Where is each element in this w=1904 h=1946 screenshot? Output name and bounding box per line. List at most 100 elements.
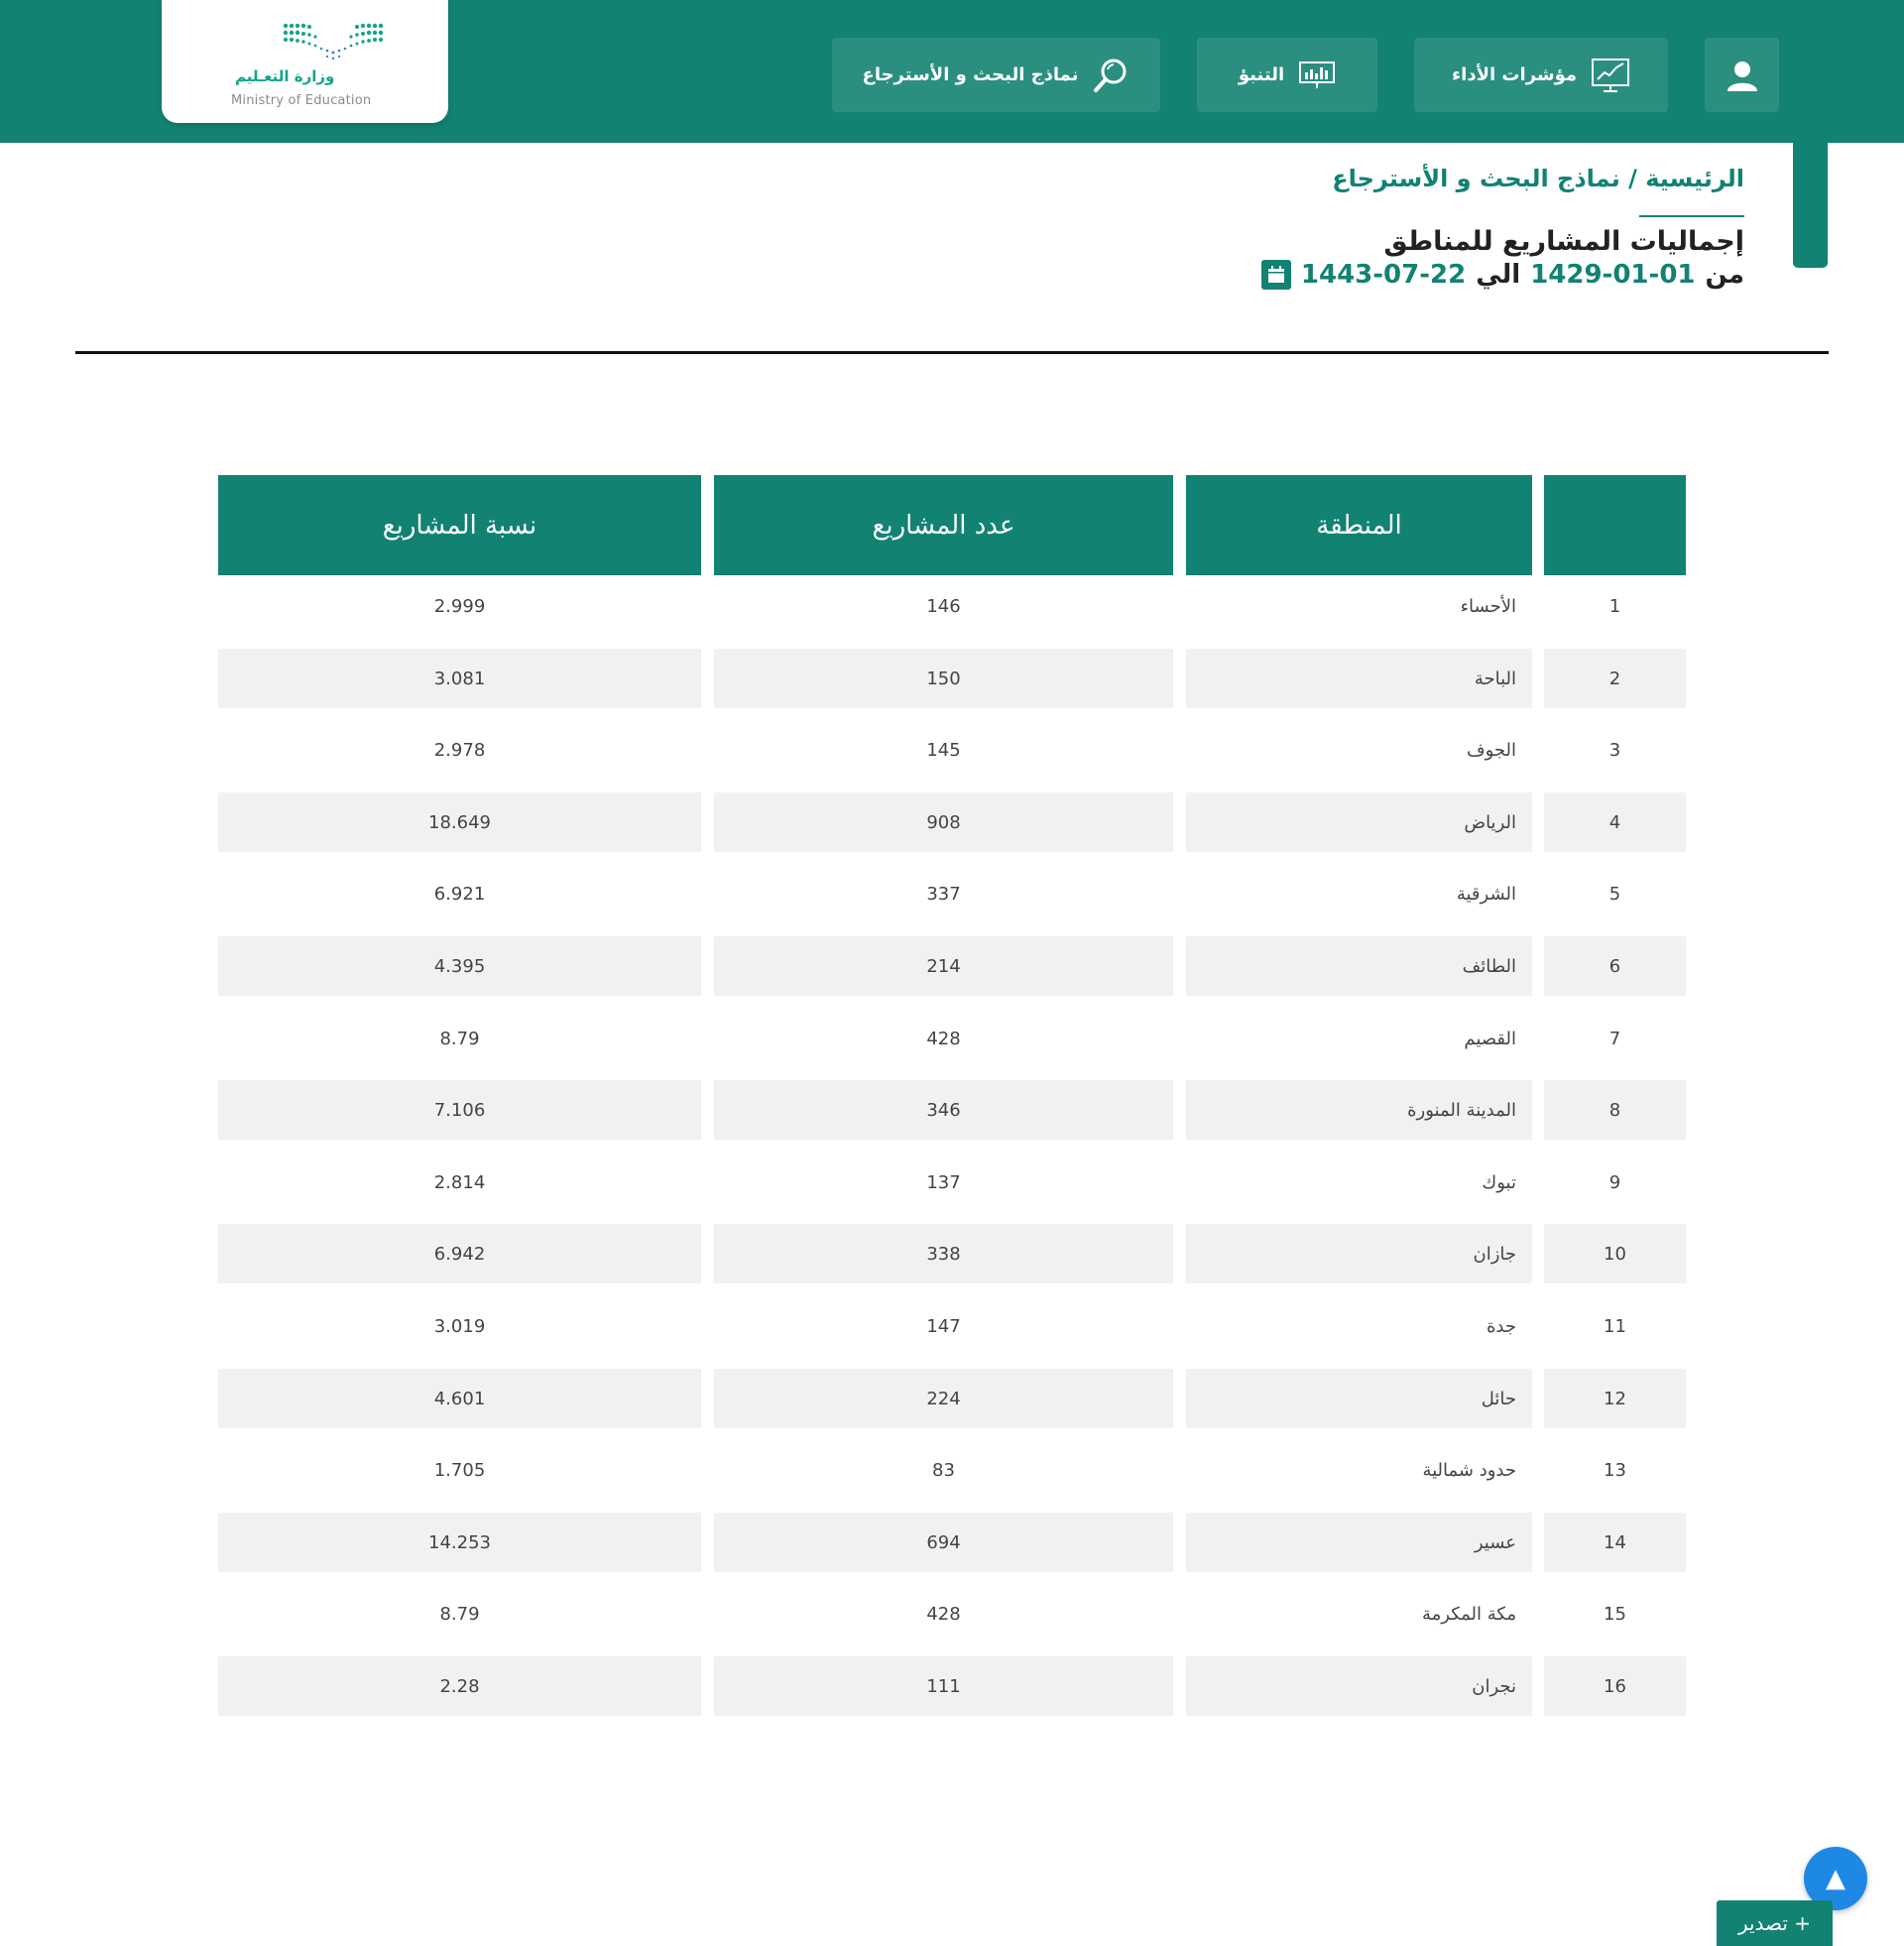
cell-region: جدة [1486, 1315, 1516, 1337]
nav-forecast-button[interactable]: التنبؤ [1197, 38, 1377, 112]
cell-project-count: 147 [926, 1315, 961, 1337]
cell-index: 11 [1604, 1315, 1626, 1337]
cell-project-count: 150 [714, 649, 1173, 708]
cell-project-ratio: 6.942 [218, 1224, 701, 1283]
cell-project-ratio: 4.601 [218, 1369, 701, 1428]
title-accent-tab [1793, 143, 1828, 268]
user-profile-button[interactable] [1705, 38, 1779, 112]
cell-project-count: 428 [926, 1603, 961, 1625]
breadcrumb-underline [1639, 215, 1744, 217]
cell-region: مكة المكرمة [1421, 1603, 1516, 1625]
cell-index: 9 [1608, 1171, 1621, 1193]
cell-project-ratio: 14.253 [218, 1513, 701, 1572]
cell-index: 13 [1604, 1459, 1626, 1481]
nav-search-retrieval-button[interactable]: نماذج البحث و الأسترجاع [832, 38, 1160, 112]
cell-region: نجران [1186, 1656, 1532, 1716]
nav-performance-indicators-button[interactable]: مؤشرات الأداء [1414, 38, 1668, 112]
section-divider [75, 351, 1829, 354]
calendar-button[interactable] [1260, 260, 1291, 290]
cell-project-count: 338 [714, 1224, 1173, 1283]
cell-index: 5 [1608, 883, 1621, 905]
ministry-logo[interactable]: وزارة التعـليم Ministry of Education [162, 0, 448, 123]
cell-region: الأحساء [1460, 595, 1516, 617]
search-icon [1094, 59, 1127, 92]
cell-project-ratio: 7.106 [218, 1080, 701, 1140]
column-header-index [1544, 475, 1686, 575]
cell-project-ratio: 8.79 [439, 1603, 480, 1625]
cell-project-count: 137 [926, 1171, 961, 1193]
cell-region: الباحة [1186, 649, 1532, 708]
line-chart-monitor-icon [1592, 58, 1630, 92]
breadcrumb: الرئيسية / نماذج البحث و الأسترجاع [1332, 165, 1744, 192]
cell-region: تبوك [1482, 1171, 1516, 1193]
cell-index: 1 [1608, 595, 1621, 617]
cell-project-ratio: 2.814 [433, 1171, 486, 1193]
cell-project-count: 111 [714, 1656, 1173, 1716]
logo-dots-icon [283, 23, 384, 61]
cell-project-count: 214 [714, 936, 1173, 996]
cell-region: الرياض [1186, 792, 1532, 852]
cell-index: 7 [1608, 1028, 1621, 1049]
cell-project-count: 337 [926, 883, 961, 905]
cell-project-count: 908 [714, 792, 1173, 852]
cell-region: حائل [1186, 1369, 1532, 1428]
cell-project-count: 83 [932, 1459, 955, 1481]
cell-project-ratio: 1.705 [433, 1459, 486, 1481]
breadcrumb-separator: / [1628, 165, 1637, 192]
user-icon [1726, 61, 1757, 91]
cell-index: 6 [1544, 936, 1686, 996]
cell-region: المدينة المنورة [1186, 1080, 1532, 1140]
cell-index: 4 [1544, 792, 1686, 852]
cell-project-ratio: 2.28 [218, 1656, 701, 1716]
cell-project-count: 224 [714, 1369, 1173, 1428]
logo-arabic-text: وزارة التعـليم [235, 67, 335, 85]
cell-region: الطائف [1186, 936, 1532, 996]
to-date: 1443-07-22 [1300, 260, 1467, 290]
cell-region: جازان [1186, 1224, 1532, 1283]
cell-index: 14 [1544, 1513, 1686, 1572]
cell-project-ratio: 3.081 [218, 649, 701, 708]
cell-index: 15 [1604, 1603, 1626, 1625]
column-header-count[interactable]: عدد المشاريع [714, 475, 1173, 575]
to-label: الي [1476, 260, 1521, 290]
cell-project-ratio: 6.921 [433, 883, 486, 905]
cell-region: القصيم [1464, 1028, 1516, 1049]
from-label: من [1705, 260, 1745, 290]
cell-index: 3 [1608, 739, 1621, 761]
cell-project-count: 346 [714, 1080, 1173, 1140]
cell-project-ratio: 18.649 [218, 792, 701, 852]
cell-project-ratio: 4.395 [218, 936, 701, 996]
cell-project-count: 145 [926, 739, 961, 761]
cell-region: الجوف [1466, 739, 1516, 761]
column-header-region[interactable]: المنطقة [1186, 475, 1532, 575]
nav-label: التنبؤ [1238, 64, 1285, 85]
nav-label: نماذج البحث و الأسترجاع [862, 64, 1079, 85]
from-date: 1429-01-01 [1530, 260, 1696, 290]
column-header-ratio[interactable]: نسبة المشاريع [218, 475, 701, 575]
cell-project-ratio: 3.019 [433, 1315, 486, 1337]
cell-project-ratio: 8.79 [439, 1028, 480, 1049]
report-title: إجماليات المشاريع للمناطق [1383, 226, 1744, 257]
calendar-icon [1267, 266, 1284, 283]
top-navigation-bar: وزارة التعـليم Ministry of Education نما… [0, 0, 1904, 143]
report-date-range: من 1429-01-01 الي 1443-07-22 [1260, 260, 1745, 290]
cell-project-ratio: 2.978 [433, 739, 486, 761]
cell-project-count: 694 [714, 1513, 1173, 1572]
cell-project-count: 428 [926, 1028, 961, 1049]
presentation-chart-icon [1299, 61, 1336, 88]
cell-index: 16 [1544, 1656, 1686, 1716]
cell-region: حدود شمالية [1422, 1459, 1516, 1481]
breadcrumb-current-link[interactable]: نماذج البحث و الأسترجاع [1332, 165, 1620, 192]
cell-region: الشرقية [1456, 883, 1516, 905]
cell-project-ratio: 2.999 [433, 595, 486, 617]
nav-label: مؤشرات الأداء [1451, 64, 1578, 85]
cell-index: 10 [1544, 1224, 1686, 1283]
breadcrumb-home-link[interactable]: الرئيسية [1645, 165, 1744, 192]
export-button[interactable]: + تصدير [1717, 1900, 1833, 1946]
logo-english-text: Ministry of Education [231, 93, 372, 108]
cell-index: 12 [1544, 1369, 1686, 1428]
arrow-up-icon: ▲ [1826, 1864, 1845, 1893]
cell-project-count: 146 [926, 595, 961, 617]
cell-region: عسير [1186, 1513, 1532, 1572]
cell-index: 8 [1544, 1080, 1686, 1140]
